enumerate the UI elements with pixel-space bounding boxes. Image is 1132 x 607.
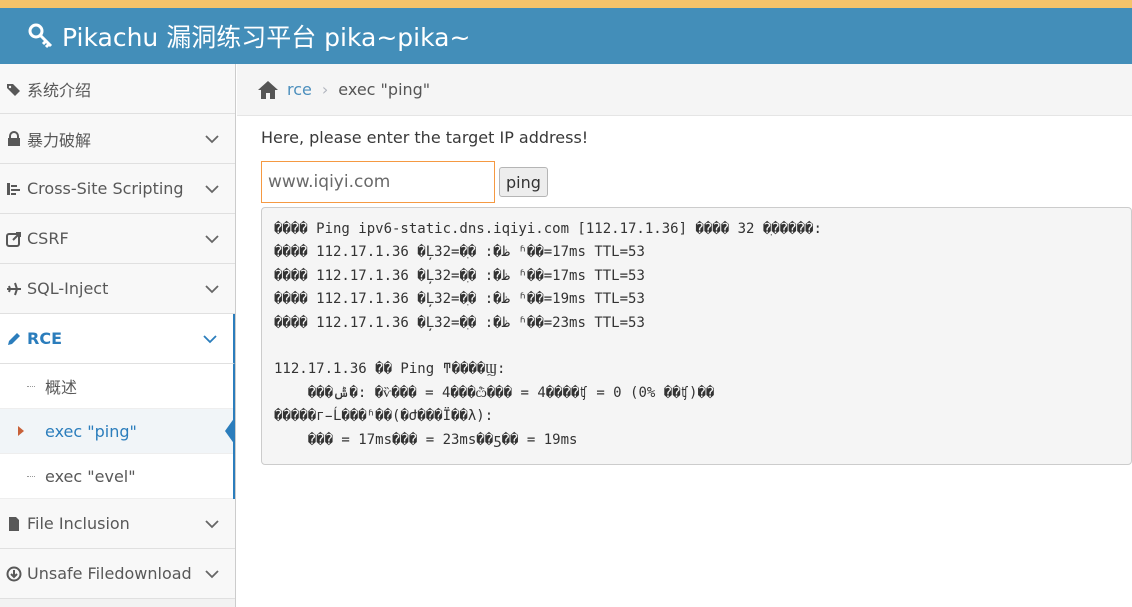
- chevron-down-icon: [205, 185, 219, 194]
- submenu-item-exec-evel[interactable]: exec "evel": [0, 454, 233, 499]
- sidebar-item-intro[interactable]: 系统介绍: [0, 64, 235, 114]
- sidebar: 系统介绍 暴力破解 Cross-Site Scripting CSRF SQL-…: [0, 64, 236, 607]
- breadcrumb-current: exec "ping": [338, 80, 431, 99]
- command-output: ���� Ping ipv6-static.dns.iqiyi.com [112…: [261, 207, 1132, 465]
- sidebar-item-sql-inject[interactable]: SQL-Inject: [0, 264, 235, 314]
- chevron-down-icon: [205, 285, 219, 294]
- home-icon[interactable]: [257, 80, 279, 100]
- top-navbar: Pikachu 漏洞练习平台 pika~pika~: [0, 8, 1132, 64]
- sidebar-item-label: RCE: [27, 329, 62, 348]
- file-icon: [9, 516, 19, 531]
- tree-connector: [27, 386, 35, 387]
- sidebar-item-label: File Inclusion: [27, 514, 130, 533]
- sidebar-item-label: 系统介绍: [27, 80, 92, 100]
- submenu-item-exec-ping[interactable]: exec "ping": [0, 409, 235, 454]
- ip-address-input[interactable]: [261, 161, 495, 203]
- sidebar-item-csrf[interactable]: CSRF: [0, 214, 235, 264]
- share-icon: [6, 231, 21, 247]
- rce-submenu: 概述 exec "ping" exec "evel": [0, 364, 235, 499]
- output-line: ���� Ping ipv6-static.dns.iqiyi.com [112…: [274, 221, 822, 237]
- breadcrumb: rce › exec "ping": [237, 64, 1132, 116]
- key-icon: [28, 23, 53, 49]
- output-line: ���� 112.17.1.36 �Ļظ�: �ֽ�=32 ʱ��=17ms T…: [274, 244, 645, 261]
- chevron-down-icon: [205, 235, 219, 244]
- prompt-text: Here, please enter the target IP address…: [261, 128, 589, 147]
- main-content: Here, please enter the target IP address…: [261, 116, 1132, 465]
- tree-connector: [27, 476, 35, 477]
- sidebar-item-label: Cross-Site Scripting: [27, 179, 184, 198]
- output-line: �����г̵Ĺ���ʱ��(�Ժ���Ϊ��λ):: [274, 408, 494, 425]
- sitemap-icon: [7, 182, 20, 195]
- submenu-item-label: 概述: [45, 378, 78, 397]
- chevron-down-icon: [203, 335, 217, 344]
- output-line: ��� = 17ms��� = 23ms��ƽ�� = 19ms: [274, 431, 578, 448]
- pencil-icon: [8, 332, 20, 345]
- output-line: 112.17.1.36 �� Ping ͳ����Ϣ:: [274, 361, 506, 378]
- sidebar-item-brute-force[interactable]: 暴力破解: [0, 114, 235, 164]
- caret-right-icon: [18, 426, 24, 436]
- sidebar-item-rce[interactable]: RCE: [0, 314, 235, 364]
- active-pointer-icon: [225, 417, 235, 445]
- lock-icon: [8, 130, 20, 146]
- chevron-down-icon: [205, 520, 219, 529]
- submenu-item-label: exec "ping": [45, 421, 137, 441]
- breadcrumb-separator-icon: ›: [321, 80, 329, 99]
- plane-icon: [7, 282, 21, 295]
- submenu-item-label: exec "evel": [45, 466, 136, 486]
- output-line: ���� 112.17.1.36 �Ļظ�: �ֽ�=32 ʱ��=19ms T…: [274, 291, 645, 308]
- sidebar-item-label: SQL-Inject: [27, 279, 109, 298]
- ping-button[interactable]: ping: [499, 167, 548, 197]
- chevron-down-icon: [205, 135, 219, 144]
- sidebar-item-label: Unsafe Filedownload: [27, 564, 192, 583]
- sidebar-item-unsafe-filedownload[interactable]: Unsafe Filedownload: [0, 549, 235, 599]
- breadcrumb-link-rce[interactable]: rce: [287, 80, 312, 99]
- output-line: ���� 112.17.1.36 �Ļظ�: �ֽ�=32 ʱ��=23ms T…: [274, 314, 645, 331]
- sidebar-item-label: 暴力破解: [27, 130, 92, 150]
- top-accent-stripe: [0, 0, 1132, 8]
- chevron-down-icon: [205, 570, 219, 579]
- download-icon: [6, 566, 22, 581]
- tags-icon: [7, 83, 20, 96]
- sidebar-item-label: CSRF: [27, 229, 69, 248]
- output-line: ���ݰ�: �ѷ��� = 4���ѽ��� = 4����ʧ = 0 (0%…: [274, 384, 715, 401]
- sidebar-item-file-inclusion[interactable]: File Inclusion: [0, 499, 235, 549]
- brand-title[interactable]: Pikachu 漏洞练习平台 pika~pika~: [62, 18, 470, 54]
- output-line: ���� 112.17.1.36 �Ļظ�: �ֽ�=32 ʱ��=17ms T…: [274, 267, 645, 284]
- ping-form: ping: [261, 161, 1132, 203]
- submenu-item-overview[interactable]: 概述: [0, 364, 233, 409]
- sidebar-item-xss[interactable]: Cross-Site Scripting: [0, 164, 235, 214]
